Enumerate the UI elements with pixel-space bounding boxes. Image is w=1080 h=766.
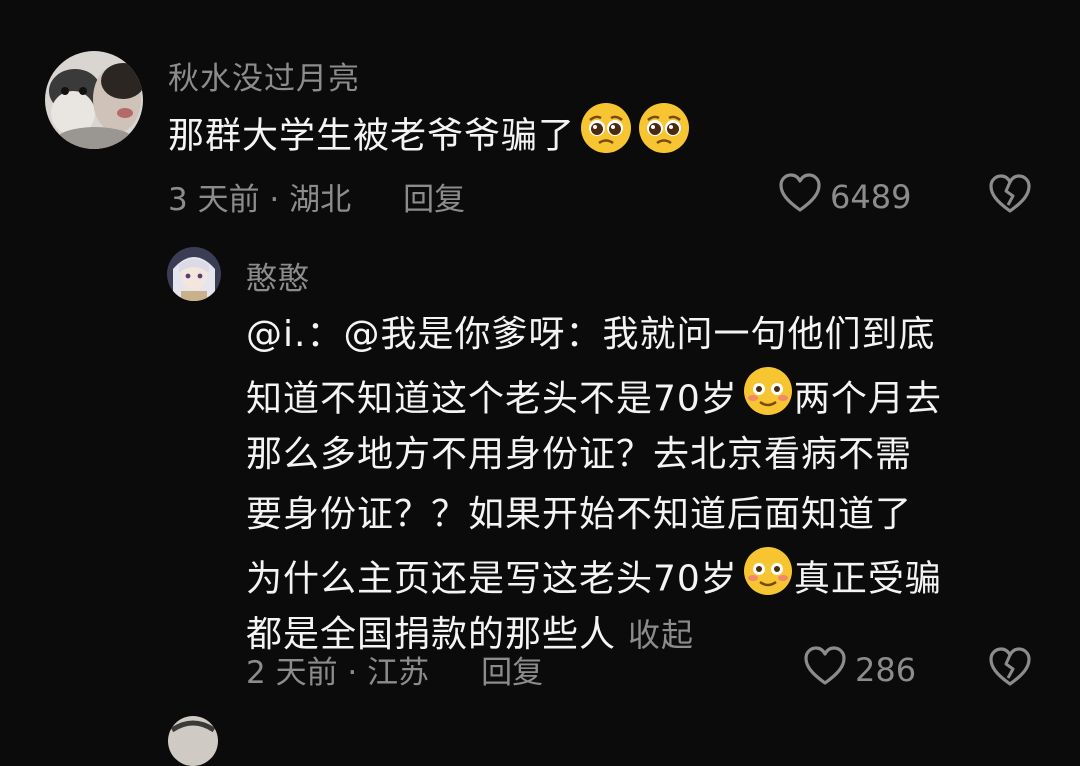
comment-line-text: 真正受骗	[793, 558, 942, 600]
username[interactable]: 憨憨	[246, 253, 310, 298]
comment-line: @i.：@我是你爹呀：我就问一句他们到底	[246, 314, 936, 355]
comment-text-content: 那群大学生被老爷爷骗了	[168, 115, 576, 157]
broken-heart-icon	[988, 174, 1032, 219]
comment-line-text: 为什么主页还是写这老头70岁	[246, 558, 738, 600]
time-location: 3 天前 · 湖北	[168, 182, 352, 218]
comment-meta: 2 天前 · 江苏 回复	[246, 647, 543, 692]
comment-line-text: 知道不知道这个老头不是70岁	[246, 378, 738, 420]
heart-icon	[803, 645, 855, 695]
comment-line: 为什么主页还是写这老头70岁 真正受骗	[246, 545, 942, 605]
comment-item: 秋水没过月亮 那群大学生被老爷爷骗了 3 天前 · 湖北 回复 6489	[0, 0, 1080, 230]
comment-text: 那群大学生被老爷爷骗了	[168, 101, 691, 174]
avatar[interactable]	[167, 247, 221, 301]
collapse-button[interactable]: 收起	[628, 616, 694, 654]
reply-button[interactable]: 回复	[403, 174, 465, 219]
like-count: 286	[855, 651, 917, 689]
reply-comment-item: 憨憨 @i.：@我是你爹呀：我就问一句他们到底 知道不知道这个老头不是70岁 两…	[0, 230, 1080, 710]
comment-meta: 3 天前 · 湖北 回复	[168, 174, 465, 219]
time-location: 2 天前 · 江苏	[246, 655, 430, 691]
dislike-button[interactable]	[988, 646, 1032, 692]
like-button[interactable]: 286	[803, 645, 916, 695]
username[interactable]: 秋水没过月亮	[168, 53, 360, 98]
pleading-face-icon	[637, 101, 691, 174]
comment-line: 知道不知道这个老头不是70岁 两个月去	[246, 365, 942, 425]
like-count: 6489	[830, 178, 912, 216]
smiling-blush-face-icon	[742, 545, 794, 616]
dislike-button[interactable]	[988, 173, 1032, 219]
like-button[interactable]: 6489	[778, 172, 911, 222]
pleading-face-icon	[579, 101, 633, 174]
comment-line: 要身份证？？如果开始不知道后面知道了	[246, 494, 913, 535]
comment-text: @i.：@我是你爹呀：我就问一句他们到底 知道不知道这个老头不是70岁 两个月去…	[246, 305, 942, 665]
broken-heart-icon	[988, 647, 1032, 692]
heart-icon	[778, 172, 830, 222]
comment-line-text: 两个月去	[793, 378, 942, 420]
reply-button[interactable]: 回复	[481, 647, 543, 692]
comment-line: 那么多地方不用身份证？去北京看病不需	[246, 434, 913, 475]
avatar[interactable]	[45, 51, 143, 149]
avatar[interactable]	[168, 716, 218, 766]
